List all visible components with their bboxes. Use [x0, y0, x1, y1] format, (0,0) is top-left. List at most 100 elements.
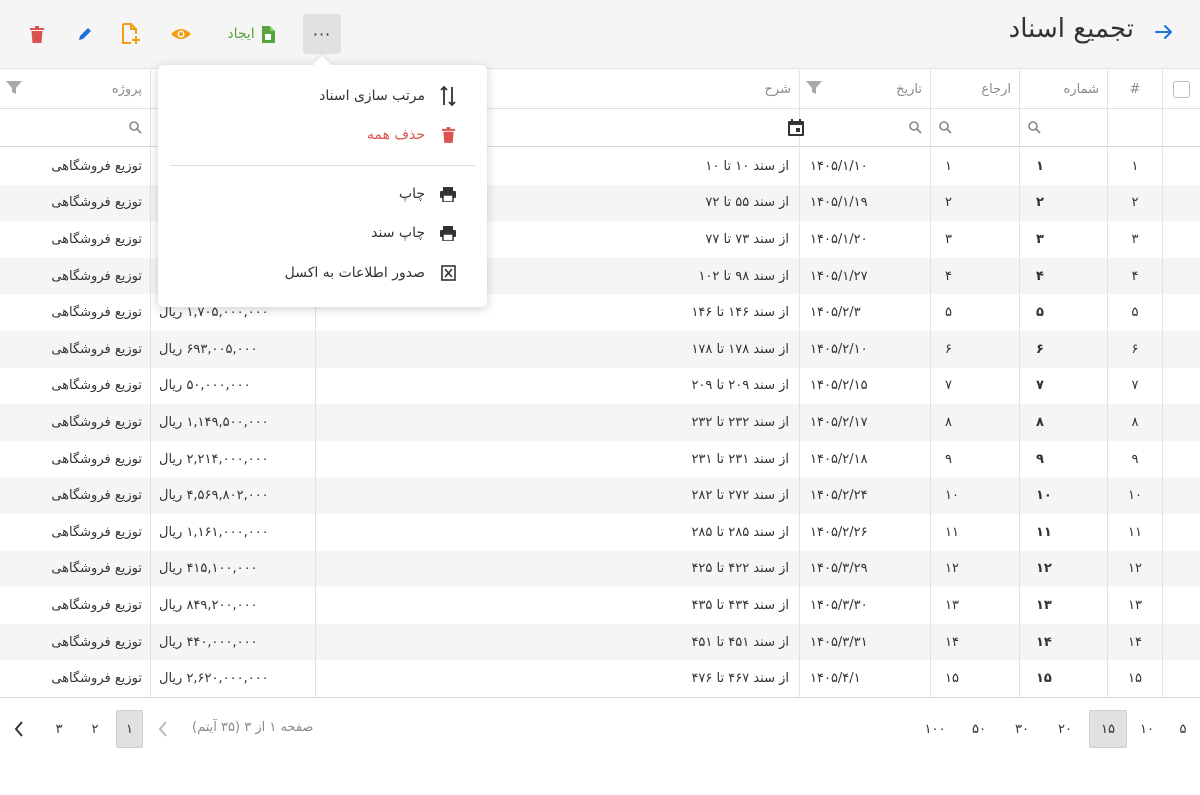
cell-project: توزیع فروشگاهی [51, 524, 142, 540]
menu-item-label: چاپ سند [371, 225, 425, 241]
page-button-3[interactable]: ۳ [46, 710, 72, 748]
menu-item-sort-docs[interactable]: مرتب سازی اسناد [319, 81, 457, 111]
filter-funnel-icon[interactable] [806, 81, 822, 95]
delete-button[interactable] [22, 14, 52, 54]
cell-amount: ۴,۵۶۹,۸۰۲,۰۰۰ ریال [150, 477, 315, 514]
cell-project: توزیع فروشگاهی [51, 378, 142, 394]
cell-index: ۱۳ [1107, 587, 1162, 624]
edit-button[interactable] [70, 14, 100, 54]
row-select-cell [1162, 660, 1200, 697]
cell-date: ۱۴۰۵/۲/۱۸ [799, 440, 930, 478]
menu-item-print-doc[interactable]: چاپ سند [371, 218, 457, 248]
col-header-number[interactable]: شماره [1019, 70, 1107, 108]
more-actions-menu: مرتب سازی اسناد حذف همه چاپ چاپ سند صدور… [158, 65, 487, 307]
cell-description: از سند ۲۷۲ تا ۲۸۲ [315, 477, 799, 514]
menu-item-export-excel[interactable]: صدور اطلاعات به اکسل [285, 258, 457, 288]
cell-project: توزیع فروشگاهی [51, 268, 142, 284]
back-button[interactable] [1150, 20, 1178, 48]
page-size-50[interactable]: ۵۰ [966, 710, 992, 748]
create-button[interactable]: ایجاد [214, 14, 288, 54]
table-row[interactable]: ۱۲ ۱۲ ۱۲ ۱۴۰۵/۳/۲۹ از سند ۴۲۲ تا ۴۲۵ ۴۱۵,۱۰۰,… [0, 550, 1200, 588]
cell-date: ۱۴۰۵/۲/۱۰ [799, 330, 930, 368]
excel-icon [439, 265, 457, 281]
more-button[interactable]: ··· [303, 14, 341, 54]
select-all-checkbox[interactable] [1173, 80, 1190, 98]
cell-index: ۱۵ [1107, 660, 1162, 697]
row-select-cell [1162, 477, 1200, 514]
cell-reference: ۸ [930, 404, 1019, 441]
cell-reference: ۶ [930, 330, 1019, 368]
page-size-5[interactable]: ۵ [1170, 710, 1196, 748]
cell-date: ۱۴۰۵/۴/۱ [799, 660, 930, 697]
filter-input-reference[interactable] [930, 109, 1019, 146]
menu-item-label: صدور اطلاعات به اکسل [284, 265, 425, 281]
cell-number: ۳ [1019, 221, 1107, 258]
table-row[interactable]: ۶ ۶ ۶ ۱۴۰۵/۲/۱۰ از سند ۱۷۸ تا ۱۷۸ ۶۹۳,۰۰۵,۰۰۰… [0, 330, 1200, 368]
cell-number: ۱۴ [1019, 623, 1107, 661]
page-title: تجمیع اسناد [1008, 14, 1134, 44]
cell-number: ۹ [1019, 440, 1107, 478]
cell-reference: ۹ [930, 440, 1019, 478]
search-icon [939, 121, 952, 134]
cell-description: از سند ۴۲۲ تا ۴۲۵ [315, 550, 799, 588]
col-header-date[interactable]: تاریخ [799, 70, 930, 108]
cell-index: ۵ [1107, 294, 1162, 331]
cell-description: از سند ۴۳۴ تا ۴۳۵ [315, 587, 799, 624]
cell-reference: ۷ [930, 367, 1019, 405]
row-select-cell [1162, 440, 1200, 478]
table-row[interactable]: ۱۵ ۱۵ ۱۵ ۱۴۰۵/۴/۱ از سند ۴۶۷ تا ۴۷۶ ۲,۶۲۰,۰۰۰… [0, 660, 1200, 697]
row-select-cell [1162, 257, 1200, 295]
row-select-cell [1162, 367, 1200, 405]
cell-index: ۲ [1107, 184, 1162, 222]
cell-index: ۱ [1107, 148, 1162, 185]
page-size-20[interactable]: ۲۰ [1052, 710, 1078, 748]
col-header-project[interactable]: پروژه [0, 70, 150, 108]
view-button[interactable] [166, 14, 196, 54]
trash-icon [439, 127, 457, 143]
row-select-cell [1162, 148, 1200, 185]
cell-project: توزیع فروشگاهی [51, 597, 142, 613]
page-button-1[interactable]: ۱ [116, 710, 143, 748]
cell-date: ۱۴۰۵/۲/۱۵ [799, 367, 930, 405]
table-row[interactable]: ۱۳ ۱۳ ۱۳ ۱۴۰۵/۳/۳۰ از سند ۴۳۴ تا ۴۳۵ ۸۴۹,۲۰۰,… [0, 587, 1200, 624]
menu-item-delete-all[interactable]: حذف همه [367, 120, 457, 150]
cell-amount: ۵۰,۰۰۰,۰۰۰ ریال [150, 367, 315, 405]
printer-icon [439, 225, 457, 241]
prev-page-button[interactable] [150, 710, 176, 748]
cell-number: ۱ [1019, 148, 1107, 185]
page-size-15[interactable]: ۱۵ [1089, 710, 1127, 748]
row-select-cell [1162, 623, 1200, 661]
cell-amount: ۸۴۹,۲۰۰,۰۰۰ ریال [150, 587, 315, 624]
cell-reference: ۲ [930, 184, 1019, 222]
table-row[interactable]: ۹ ۹ ۹ ۱۴۰۵/۲/۱۸ از سند ۲۳۱ تا ۲۳۱ ۲,۲۱۴,۰۰۰,۰… [0, 440, 1200, 478]
page-size-100[interactable]: ۱۰۰ [920, 710, 950, 748]
cell-date: ۱۴۰۵/۲/۲۴ [799, 477, 930, 514]
cell-project: توزیع فروشگاهی [51, 414, 142, 430]
col-header-project-label: پروژه [111, 81, 142, 97]
table-row[interactable]: ۷ ۷ ۷ ۱۴۰۵/۲/۱۵ از سند ۲۰۹ تا ۲۰۹ ۵۰,۰۰۰,۰۰۰ … [0, 367, 1200, 405]
filter-input-number[interactable] [1019, 109, 1107, 146]
cell-description: از سند ۲۸۵ تا ۲۸۵ [315, 513, 799, 551]
table-row[interactable]: ۱۱ ۱۱ ۱۱ ۱۴۰۵/۲/۲۶ از سند ۲۸۵ تا ۲۸۵ ۱,۱۶۱,۰۰… [0, 513, 1200, 551]
page-button-2[interactable]: ۲ [82, 710, 108, 748]
filter-funnel-icon[interactable] [6, 81, 22, 95]
page-size-10[interactable]: ۱۰ [1134, 710, 1160, 748]
table-row[interactable]: ۸ ۸ ۸ ۱۴۰۵/۲/۱۷ از سند ۲۳۲ تا ۲۳۲ ۱,۱۴۹,۵۰۰,۰… [0, 404, 1200, 441]
filter-input-date[interactable] [788, 109, 930, 146]
grid-bottom-border [0, 697, 1200, 698]
page-size-30[interactable]: ۳۰ [1009, 710, 1035, 748]
cell-date: ۱۴۰۵/۱/۱۹ [799, 184, 930, 222]
cell-amount: ۲,۲۱۴,۰۰۰,۰۰۰ ریال [150, 440, 315, 478]
next-page-button[interactable] [6, 710, 32, 748]
menu-item-print[interactable]: چاپ [399, 179, 457, 209]
cell-project: توزیع فروشگاهی [51, 195, 142, 211]
col-header-reference[interactable]: ارجاع [930, 70, 1019, 108]
add-file-button[interactable] [116, 14, 146, 54]
table-row[interactable]: ۱۰ ۱۰ ۱۰ ۱۴۰۵/۲/۲۴ از سند ۲۷۲ تا ۲۸۲ ۴,۵۶۹,۸۰… [0, 477, 1200, 514]
col-header-index[interactable]: # [1107, 70, 1162, 108]
filter-input-project[interactable] [0, 109, 150, 146]
cell-project: توزیع فروشگاهی [51, 341, 142, 357]
table-row[interactable]: ۱۴ ۱۴ ۱۴ ۱۴۰۵/۳/۳۱ از سند ۴۵۱ تا ۴۵۱ ۴۴۰,۰۰۰,… [0, 623, 1200, 661]
cell-reference: ۱۱ [930, 513, 1019, 551]
col-header-date-label: تاریخ [896, 81, 922, 97]
